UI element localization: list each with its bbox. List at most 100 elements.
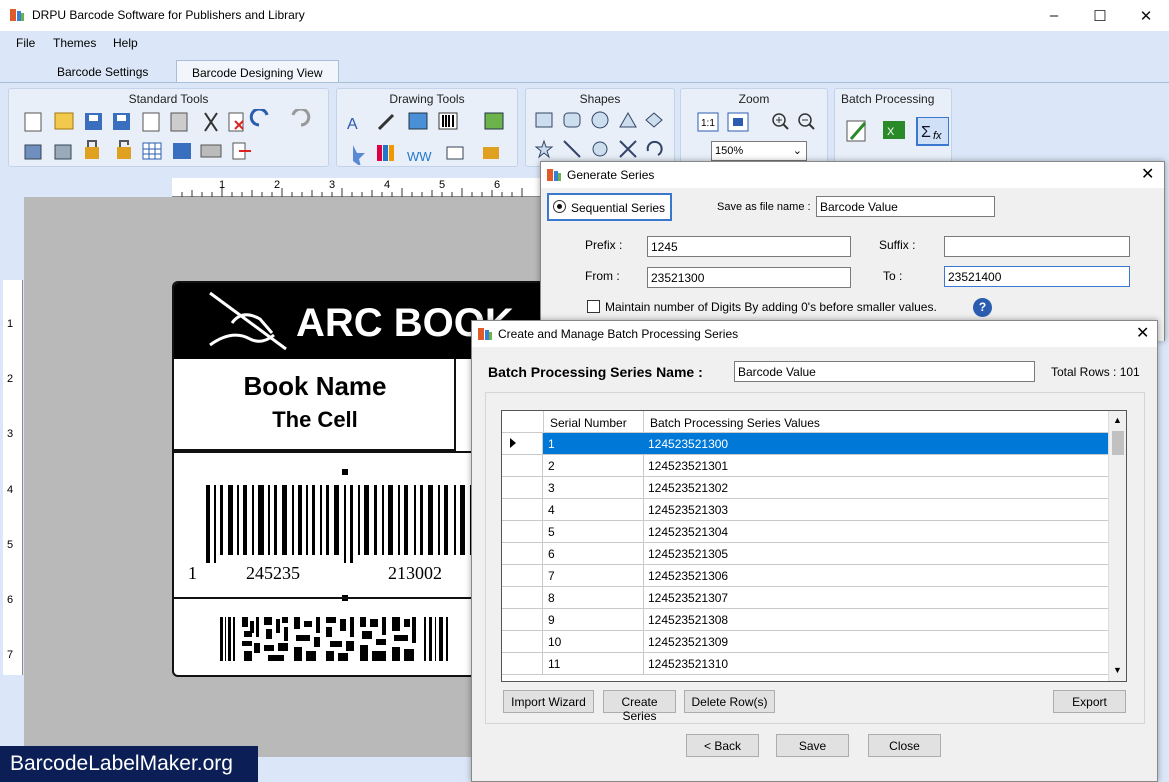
menu-file[interactable]: File <box>16 36 35 50</box>
save-as-label: Save as file name : <box>717 201 811 213</box>
scroll-thumb[interactable] <box>1112 431 1124 455</box>
grid-header: Serial Number Batch Processing Series Va… <box>502 411 1126 433</box>
selection-handle[interactable] <box>342 469 348 475</box>
scroll-down-icon[interactable]: ▼ <box>1113 665 1122 675</box>
table-row[interactable]: 8 124523521307 <box>502 587 1108 609</box>
col-series-values[interactable]: Batch Processing Series Values <box>650 416 820 430</box>
2d-barcode <box>220 617 448 661</box>
barcode-digit: 245235 <box>246 563 300 583</box>
tab-bar: Barcode Settings Barcode Designing View <box>0 56 1169 84</box>
app-icon <box>547 169 561 181</box>
menu-help[interactable]: Help <box>113 36 138 50</box>
sequential-series-radio[interactable]: Sequential Series <box>547 193 672 221</box>
tab-barcode-designing-view[interactable]: Barcode Designing View <box>176 60 339 84</box>
table-row[interactable]: 9 124523521308 <box>502 609 1108 631</box>
table-row[interactable]: 4 124523521303 <box>502 499 1108 521</box>
ruler-number: 6 <box>7 594 14 606</box>
zoom-icons[interactable]: 1:1 <box>697 111 817 135</box>
group-shapes: Shapes <box>525 88 675 167</box>
ruler-number: 7 <box>7 649 14 661</box>
close-icon[interactable]: ✕ <box>1141 164 1154 184</box>
group-title: Standard Tools <box>128 92 209 106</box>
batch-processing-icons[interactable]: X Σfx <box>845 117 949 147</box>
serial-cell: 10 <box>548 635 562 649</box>
grid-scrollbar[interactable]: ▲ ▼ <box>1108 411 1126 681</box>
ruler-number: 3 <box>329 179 336 191</box>
back-button[interactable]: < Back <box>686 734 759 757</box>
zoom-select[interactable]: 150% ⌄ <box>711 141 807 161</box>
serial-cell: 5 <box>548 525 555 539</box>
serial-cell: 1 <box>548 437 555 451</box>
book-name: Book Name <box>243 371 387 401</box>
value-cell: 124523521309 <box>648 635 729 649</box>
standard-tools-icons[interactable] <box>21 109 321 165</box>
series-grid[interactable]: Serial Number Batch Processing Series Va… <box>501 410 1127 682</box>
table-row[interactable]: 7 124523521306 <box>502 565 1108 587</box>
group-title: Shapes <box>579 92 621 106</box>
value-cell: 124523521300 <box>648 437 729 451</box>
row-pointer-icon <box>510 438 516 448</box>
minimize-icon[interactable]: – <box>1031 0 1077 31</box>
table-row[interactable]: 10 124523521309 <box>502 631 1108 653</box>
from-label: From : <box>585 269 620 283</box>
tab-barcode-settings[interactable]: Barcode Settings <box>42 60 163 84</box>
menu-bar: File Themes Help <box>0 31 1169 56</box>
ruler-number: 3 <box>7 428 14 440</box>
close-icon[interactable]: ✕ <box>1123 0 1169 31</box>
series-name-label: Batch Processing Series Name : <box>488 364 703 380</box>
import-wizard-button[interactable]: Import Wizard <box>503 690 594 713</box>
prefix-input[interactable]: 1245 <box>647 236 851 257</box>
table-row[interactable]: 1 124523521300 <box>502 433 1108 455</box>
pen-hand-icon <box>209 291 287 351</box>
value-cell: 124523521310 <box>648 657 729 671</box>
ruler-number: 6 <box>494 179 501 191</box>
table-row[interactable]: 3 124523521302 <box>502 477 1108 499</box>
total-rows-text: Total Rows : 101 <box>1051 365 1140 379</box>
to-input[interactable]: 23521400 <box>944 266 1130 287</box>
horizontal-ruler: 1 2 3 4 5 6 <box>172 178 544 197</box>
table-row[interactable]: 6 124523521305 <box>502 543 1108 565</box>
svg-text:1:1: 1:1 <box>701 118 715 129</box>
scroll-up-icon[interactable]: ▲ <box>1113 415 1122 425</box>
from-input[interactable]: 23521300 <box>647 267 851 288</box>
app-icon <box>9 7 25 23</box>
maintain-digits-checkbox[interactable] <box>587 300 600 313</box>
group-title: Batch Processing <box>841 92 935 106</box>
col-serial-number[interactable]: Serial Number <box>550 416 627 430</box>
value-cell: 124523521302 <box>648 481 729 495</box>
ruler-number: 2 <box>7 373 14 385</box>
value-cell: 124523521303 <box>648 503 729 517</box>
help-icon[interactable]: ? <box>973 298 992 317</box>
barcode-digit: 213002 <box>388 563 442 583</box>
menu-themes[interactable]: Themes <box>53 36 96 50</box>
maximize-icon[interactable]: ☐ <box>1077 0 1123 31</box>
svg-text:X: X <box>887 126 895 138</box>
suffix-input[interactable] <box>944 236 1130 257</box>
table-row[interactable]: 11 124523521310 <box>502 653 1108 675</box>
serial-cell: 11 <box>548 657 561 671</box>
radio-indicator <box>553 200 566 213</box>
watermark: BarcodeLabelMaker.org <box>0 746 258 782</box>
series-name-input[interactable]: Barcode Value <box>734 361 1035 382</box>
close-icon[interactable]: ✕ <box>1136 323 1149 343</box>
svg-text:WW: WW <box>407 149 432 164</box>
suffix-label: Suffix : <box>879 238 916 252</box>
export-button[interactable]: Export <box>1053 690 1126 713</box>
create-series-button[interactable]: Create Series <box>603 690 676 723</box>
drawing-tools-icons[interactable]: A WW <box>343 109 513 165</box>
shapes-icons[interactable] <box>534 111 670 165</box>
ruler-number: 1 <box>7 318 14 330</box>
serial-cell: 9 <box>548 613 555 627</box>
zoom-value: 150% <box>715 145 744 157</box>
barcode-digit: 1 <box>188 563 197 583</box>
table-row[interactable]: 5 124523521304 <box>502 521 1108 543</box>
maintain-digits-label: Maintain number of Digits By adding 0's … <box>605 300 937 314</box>
prefix-label: Prefix : <box>585 238 623 252</box>
save-as-input[interactable]: Barcode Value <box>816 196 995 217</box>
delete-rows-button[interactable]: Delete Row(s) <box>684 690 775 713</box>
ruler-number: 4 <box>7 484 14 496</box>
save-button[interactable]: Save <box>776 734 849 757</box>
table-row[interactable]: 2 124523521301 <box>502 455 1108 477</box>
close-button[interactable]: Close <box>868 734 941 757</box>
serial-cell: 4 <box>548 503 555 517</box>
